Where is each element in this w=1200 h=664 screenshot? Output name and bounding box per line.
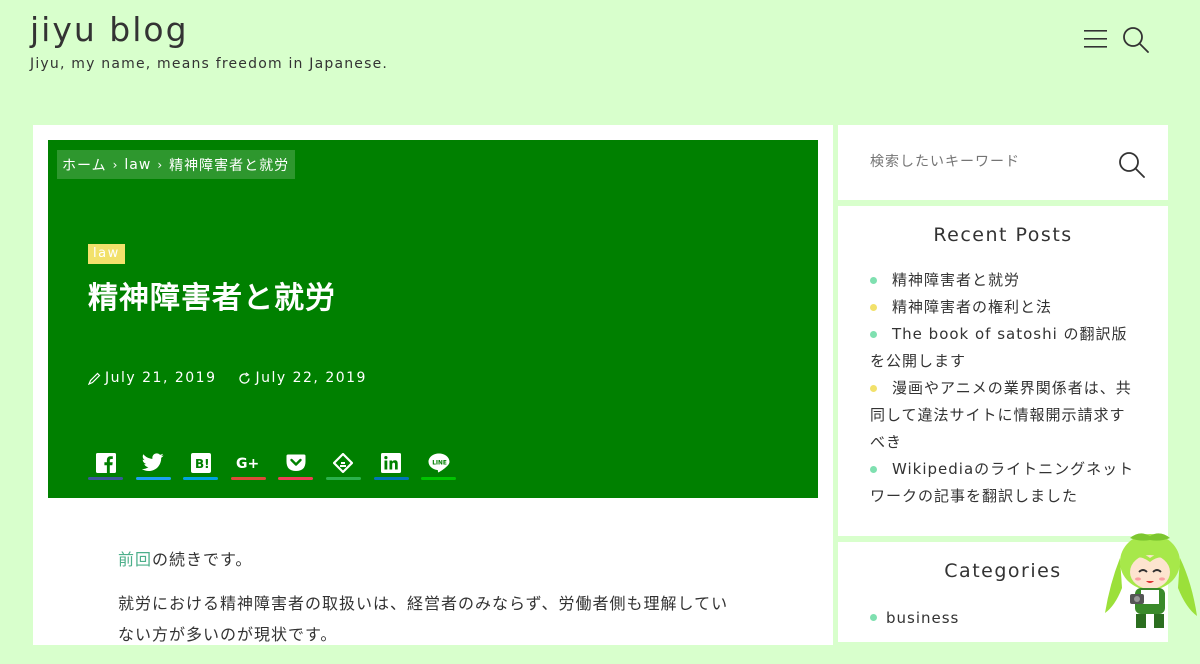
paragraph: 前回の続きです。	[118, 545, 758, 575]
share-pocket-button[interactable]	[278, 445, 314, 480]
svg-text:G+: G+	[236, 456, 259, 471]
recent-post-link[interactable]: Wikipediaのライトニングネットワークの記事を翻訳しました	[870, 456, 1140, 510]
pocket-icon	[286, 454, 306, 471]
search-icon[interactable]	[1122, 26, 1150, 54]
share-underline	[325, 477, 361, 480]
list-item: Wikipediaのライトニングネットワークの記事を翻訳しました	[870, 456, 1140, 510]
chevron-right-icon: ›	[112, 157, 119, 172]
twitter-icon	[142, 453, 164, 472]
breadcrumb-category[interactable]: law	[124, 157, 151, 173]
breadcrumb-current: 精神障害者と就労	[169, 157, 290, 174]
share-line-button[interactable]: LINE	[421, 445, 457, 480]
menu-icon[interactable]	[1083, 28, 1109, 50]
main-article: ホーム › law › 精神障害者と就労 law 精神障害者と就労 July 2…	[33, 125, 833, 645]
bullet-dot	[870, 277, 877, 284]
share-underline	[373, 477, 409, 480]
breadcrumb-home[interactable]: ホーム	[62, 155, 107, 175]
bullet-dot	[870, 614, 877, 621]
recent-post-link[interactable]: 精神障害者と就労	[892, 271, 1020, 289]
share-twitter-button[interactable]	[135, 445, 171, 480]
share-underline	[230, 477, 266, 480]
share-underline	[421, 477, 457, 480]
google-plus-icon: G+	[236, 456, 259, 471]
search-input[interactable]	[868, 153, 1112, 171]
line-icon: LINE	[428, 453, 450, 472]
post-dates: July 21, 2019 July 22, 2019	[88, 370, 389, 386]
paragraph: 就労における精神障害者の取扱いは、経営者のみならず、労働者側も理解してい ない方が…	[118, 589, 758, 650]
share-underline	[183, 477, 219, 480]
recent-post-link[interactable]: The book of satoshi の翻訳版を公開します	[870, 321, 1140, 375]
share-underline	[135, 477, 171, 480]
category-link[interactable]: business	[886, 609, 959, 627]
share-feedly-button[interactable]	[325, 445, 361, 480]
search-button[interactable]	[1118, 151, 1146, 179]
share-underline	[278, 477, 314, 480]
category-badge[interactable]: law	[88, 244, 125, 264]
published-date: July 21, 2019	[88, 370, 216, 386]
mascot-character-icon[interactable]	[1100, 528, 1200, 630]
post-title: 精神障害者と就労	[88, 281, 336, 316]
list-item: 精神障害者の権利と法	[870, 294, 1140, 321]
share-hatena-button[interactable]: B!	[183, 445, 219, 480]
paragraph-text: ない方が多いのが現状です。	[118, 624, 338, 644]
site-header: jiyu blog Jiyu, my name, means freedom i…	[0, 0, 1200, 100]
published-date-text: July 21, 2019	[105, 370, 217, 386]
refresh-icon	[239, 371, 251, 384]
recent-post-link[interactable]: 漫画やアニメの業界関係者は、共同して違法サイトに情報開示請求すべき	[870, 375, 1140, 456]
share-buttons: B! G+ LINE	[88, 445, 469, 480]
recent-post-link[interactable]: 精神障害者の権利と法	[892, 298, 1052, 316]
search-icon	[1119, 152, 1145, 178]
updated-date-text: July 22, 2019	[255, 370, 367, 386]
breadcrumb: ホーム › law › 精神障害者と就労	[57, 150, 296, 179]
svg-text:LINE: LINE	[432, 460, 447, 466]
article-body: 前回の続きです。 就労における精神障害者の取扱いは、経営者のみならず、労働者側も…	[118, 545, 758, 664]
site-title[interactable]: jiyu blog	[30, 10, 189, 49]
share-facebook-button[interactable]	[88, 445, 123, 480]
list-item: 漫画やアニメの業界関係者は、共同して違法サイトに情報開示請求すべき	[870, 375, 1140, 456]
feedly-icon	[333, 452, 354, 473]
recent-posts-widget: Recent Posts 精神障害者と就労 精神障害者の権利と法 The boo…	[838, 206, 1168, 536]
list-item: business	[870, 606, 959, 630]
svg-text:B!: B!	[195, 457, 210, 471]
widget-title: Recent Posts	[933, 224, 1073, 246]
list-item: 精神障害者と就労	[870, 267, 1140, 294]
previous-post-link[interactable]: 前回	[118, 550, 152, 569]
chevron-right-icon: ›	[157, 157, 164, 172]
bullet-dot	[870, 385, 877, 392]
paragraph-text: の続きです。	[152, 550, 253, 569]
facebook-icon	[95, 452, 116, 473]
site-description: Jiyu, my name, means freedom in Japanese…	[30, 56, 389, 72]
share-linkedin-button[interactable]	[373, 445, 409, 480]
pen-icon	[88, 372, 101, 385]
search-widget	[838, 125, 1168, 200]
recent-posts-list: 精神障害者と就労 精神障害者の権利と法 The book of satoshi …	[870, 267, 1140, 510]
linkedin-icon	[381, 452, 402, 473]
article-hero: ホーム › law › 精神障害者と就労 law 精神障害者と就労 July 2…	[48, 140, 818, 498]
bullet-dot	[870, 304, 877, 311]
categories-list: business	[870, 606, 959, 630]
bullet-dot	[870, 331, 877, 338]
paragraph-text: 就労における精神障害者の取扱いは、経営者のみならず、労働者側も理解してい	[118, 594, 729, 614]
list-item: The book of satoshi の翻訳版を公開します	[870, 321, 1140, 375]
hatena-bookmark-icon: B!	[190, 452, 211, 473]
share-underline	[88, 477, 123, 480]
share-google-plus-button[interactable]: G+	[230, 445, 266, 480]
updated-date: July 22, 2019	[238, 370, 366, 386]
bullet-dot	[870, 466, 877, 473]
